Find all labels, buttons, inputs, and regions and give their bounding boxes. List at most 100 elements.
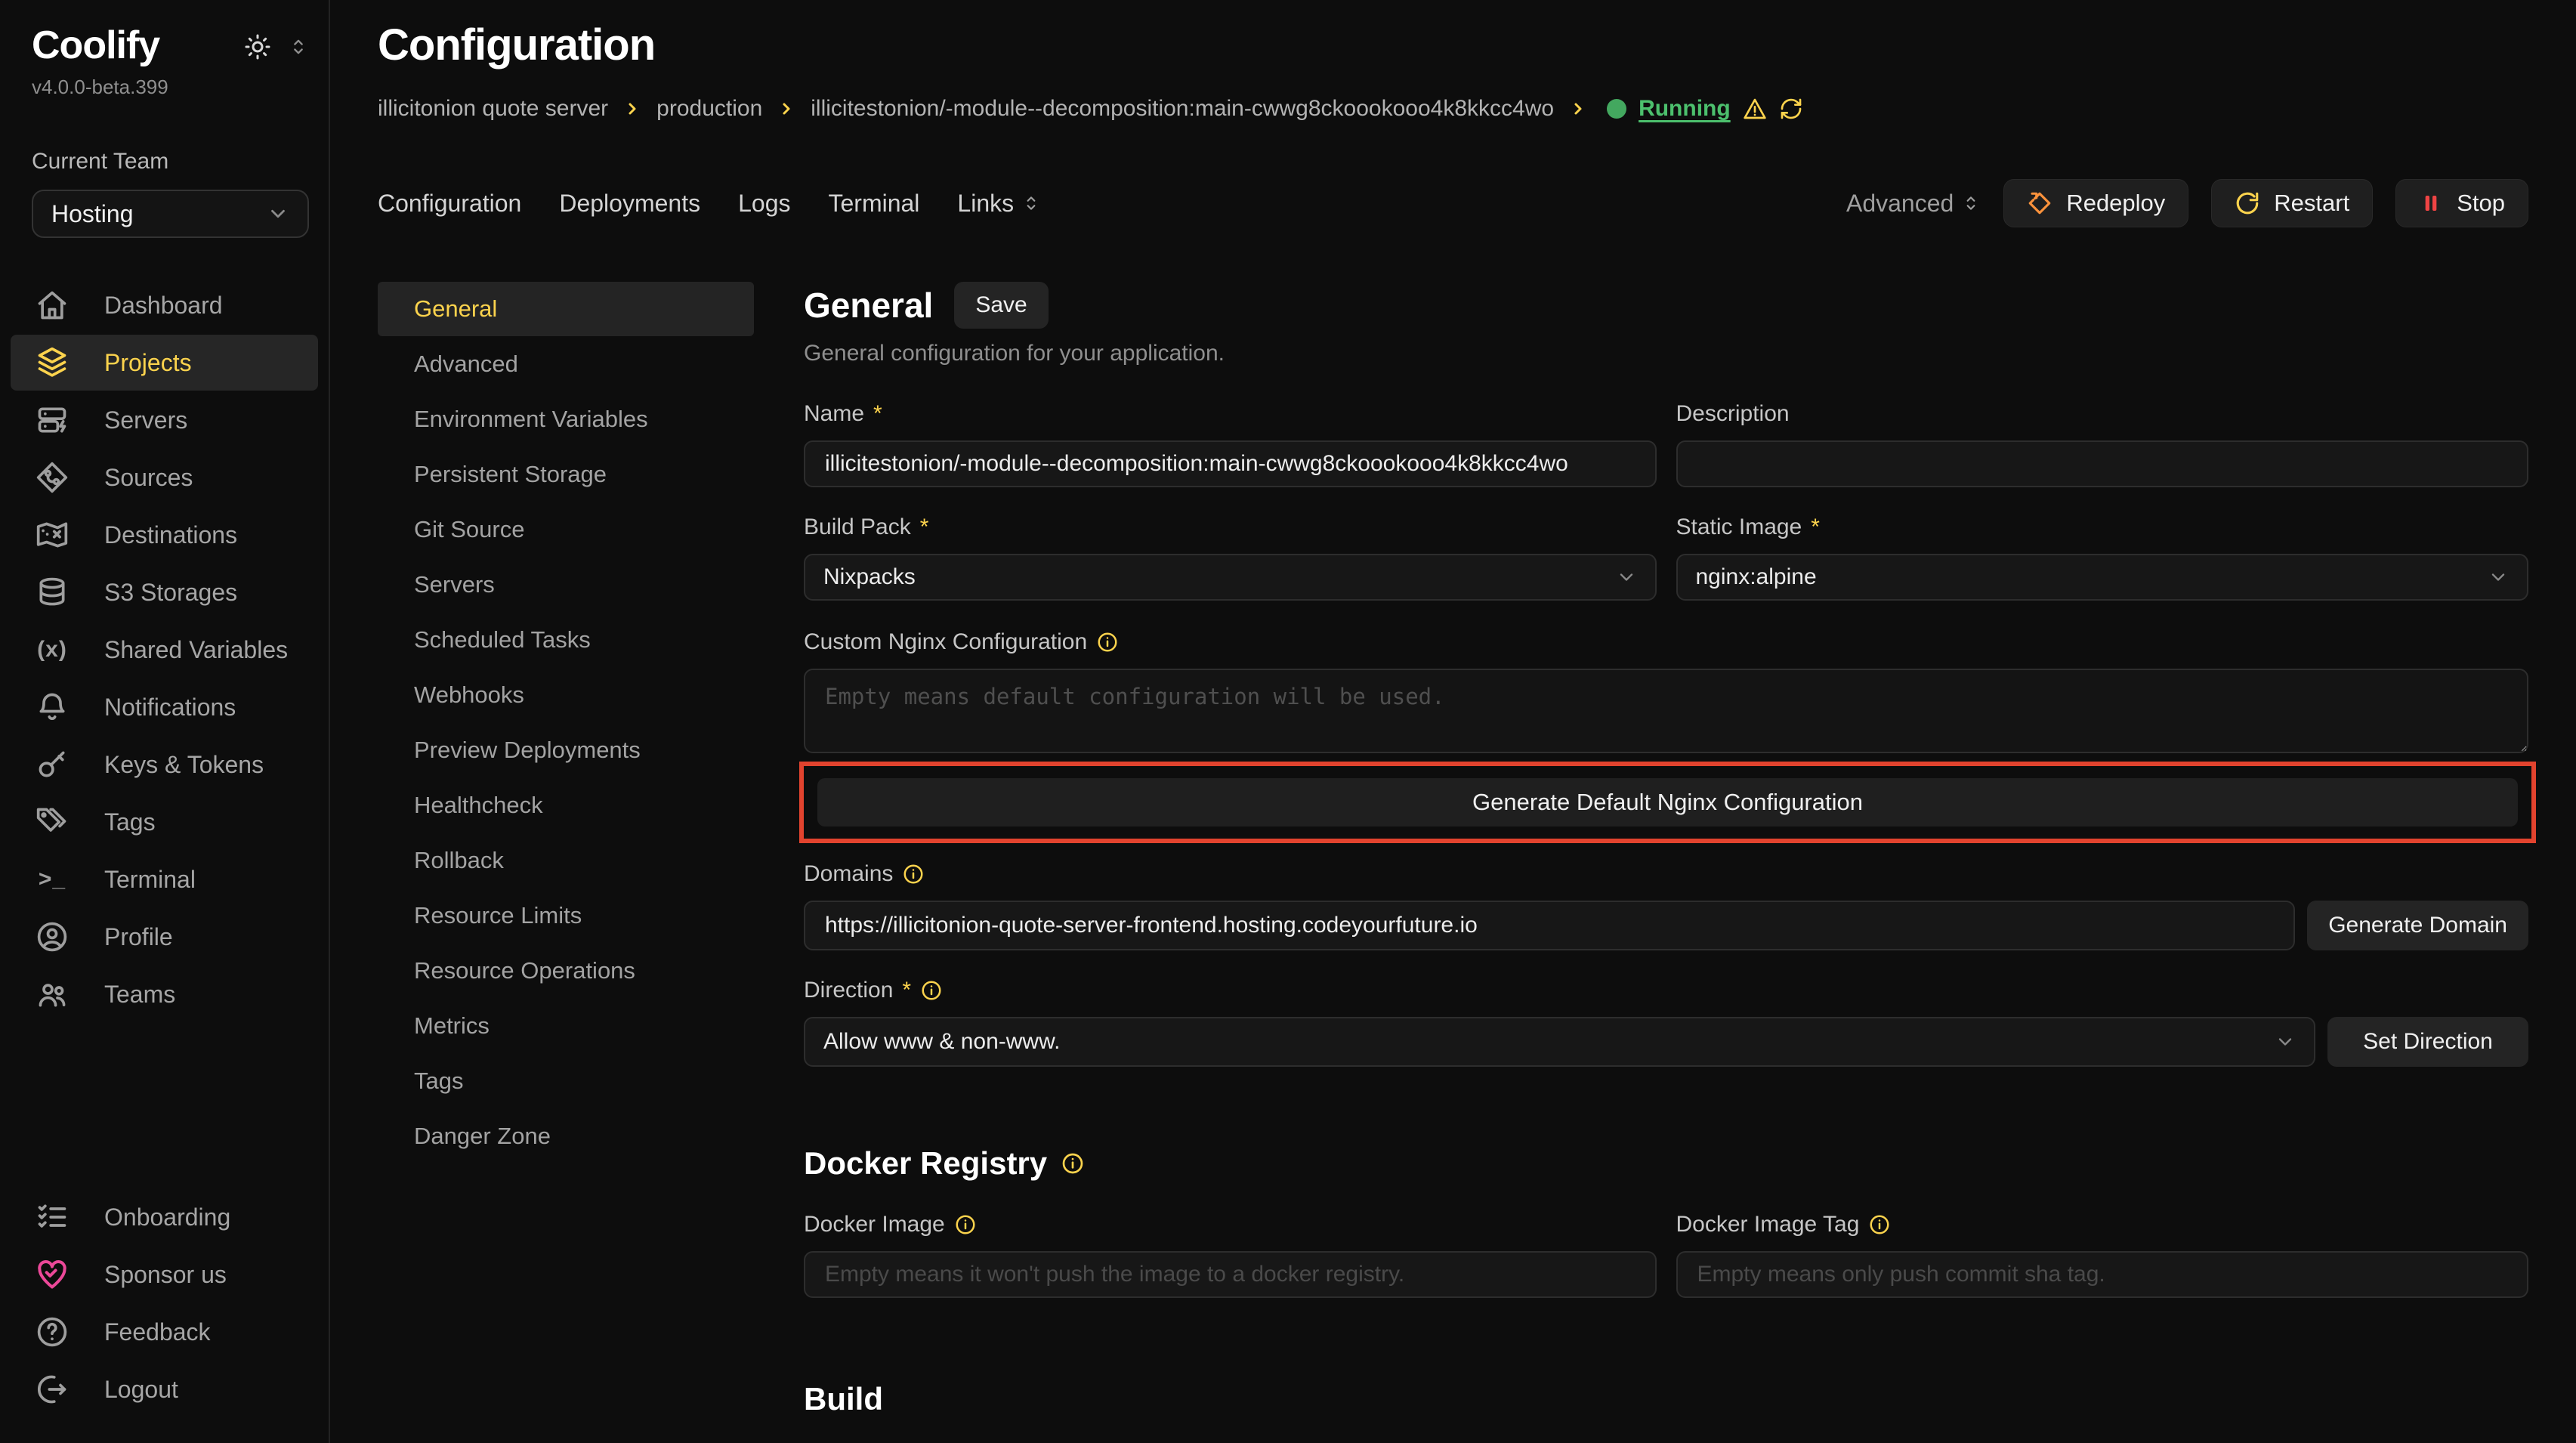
sidebar-item-s3-storages[interactable]: S3 Storages: [11, 564, 318, 620]
docker-image-label: Docker Image: [804, 1212, 945, 1238]
name-input[interactable]: [804, 440, 1657, 487]
sidebar-item-terminal[interactable]: >_ Terminal: [11, 851, 318, 907]
direction-select[interactable]: Allow www & non-www.: [804, 1017, 2315, 1067]
subnav-item-resource-operations[interactable]: Resource Operations: [378, 944, 754, 998]
docker-registry-section: Docker Registry Docker Image: [804, 1145, 2528, 1298]
generate-nginx-config-button[interactable]: Generate Default Nginx Configuration: [817, 778, 2518, 827]
set-direction-button[interactable]: Set Direction: [2327, 1017, 2528, 1067]
subnav-item-general[interactable]: General: [378, 282, 754, 336]
sidebar-item-destinations[interactable]: Destinations: [11, 507, 318, 563]
info-icon[interactable]: [954, 1213, 977, 1236]
breadcrumb-project[interactable]: illicitonion quote server: [378, 96, 608, 122]
chevron-up-down-icon: [1021, 193, 1041, 213]
subnav-item-advanced[interactable]: Advanced: [378, 337, 754, 391]
theme-select-button[interactable]: [288, 36, 309, 57]
tab-links[interactable]: Links: [957, 190, 1041, 218]
subnav-item-metrics[interactable]: Metrics: [378, 999, 754, 1053]
stop-button[interactable]: Stop: [2395, 179, 2528, 227]
domains-input[interactable]: [804, 901, 2295, 950]
info-icon[interactable]: [1096, 631, 1119, 654]
tab-terminal[interactable]: Terminal: [828, 190, 919, 218]
section-subtitle: General configuration for your applicati…: [804, 341, 2528, 366]
tab-logs[interactable]: Logs: [738, 190, 790, 218]
sidebar-item-notifications[interactable]: Notifications: [11, 679, 318, 735]
users-icon: [35, 977, 69, 1012]
bell-icon: [35, 690, 69, 725]
description-label: Description: [1676, 401, 1790, 427]
status-dot: [1607, 99, 1626, 119]
config-subnav: General Advanced Environment Variables P…: [378, 282, 754, 1443]
custom-nginx-field-group: Custom Nginx Configuration Generate Defa…: [804, 629, 2528, 843]
checklist-icon: [35, 1200, 69, 1234]
redeploy-button[interactable]: Redeploy: [2003, 179, 2188, 227]
custom-nginx-textarea[interactable]: [804, 669, 2528, 753]
user-circle-icon: [35, 919, 69, 954]
sidebar-item-dashboard[interactable]: Dashboard: [11, 277, 318, 333]
subnav-item-persistent-storage[interactable]: Persistent Storage: [378, 447, 754, 502]
tab-deployments[interactable]: Deployments: [559, 190, 700, 218]
subnav-item-resource-limits[interactable]: Resource Limits: [378, 888, 754, 943]
map-icon: [35, 518, 69, 552]
sidebar-item-sponsor[interactable]: Sponsor us: [11, 1247, 318, 1302]
sidebar-item-projects[interactable]: Projects: [11, 335, 318, 391]
save-button[interactable]: Save: [954, 282, 1048, 329]
subnav-item-git-source[interactable]: Git Source: [378, 502, 754, 557]
chevron-right-icon: [777, 100, 795, 118]
static-image-select[interactable]: nginx:alpine: [1676, 554, 2529, 601]
info-icon[interactable]: [1061, 1151, 1085, 1176]
tab-configuration[interactable]: Configuration: [378, 190, 521, 218]
subnav-item-rollback[interactable]: Rollback: [378, 833, 754, 888]
sidebar-item-teams[interactable]: Teams: [11, 966, 318, 1022]
static-image-field-group: Static Image * nginx:alpine: [1676, 514, 2529, 601]
refresh-icon[interactable]: [1779, 97, 1803, 121]
info-icon[interactable]: [902, 863, 925, 885]
warning-triangle-icon[interactable]: [1743, 97, 1767, 121]
sidebar-item-shared-variables[interactable]: (x) Shared Variables: [11, 622, 318, 678]
required-mark: *: [873, 401, 882, 427]
advanced-dropdown[interactable]: Advanced: [1846, 190, 1981, 218]
docker-image-input[interactable]: [804, 1251, 1657, 1298]
domains-label: Domains: [804, 861, 893, 887]
breadcrumb-resource[interactable]: illicitestonion/-module--decomposition:m…: [811, 96, 1554, 122]
sidebar-item-logout[interactable]: Logout: [11, 1361, 318, 1417]
server-icon: [35, 403, 69, 437]
sidebar-item-sources[interactable]: Sources: [11, 450, 318, 505]
info-icon[interactable]: [1868, 1213, 1891, 1236]
direction-label: Direction: [804, 978, 893, 1003]
tab-actions: Advanced Redeploy Restart Stop: [1846, 179, 2528, 227]
info-icon[interactable]: [920, 979, 943, 1002]
sidebar-item-tags[interactable]: Tags: [11, 794, 318, 850]
subnav-item-tags[interactable]: Tags: [378, 1054, 754, 1108]
configuration-content: General Advanced Environment Variables P…: [378, 282, 2528, 1443]
subnav-item-preview-deployments[interactable]: Preview Deployments: [378, 723, 754, 777]
annotation-highlight-box: Generate Default Nginx Configuration: [799, 762, 2536, 843]
subnav-item-danger-zone[interactable]: Danger Zone: [378, 1109, 754, 1163]
heart-hands-icon: [35, 1257, 69, 1292]
sidebar-item-profile[interactable]: Profile: [11, 909, 318, 965]
docker-image-field-group: Docker Image: [804, 1212, 1657, 1298]
docker-image-tag-input[interactable]: [1676, 1251, 2529, 1298]
subnav-item-servers[interactable]: Servers: [378, 558, 754, 612]
subnav-item-scheduled-tasks[interactable]: Scheduled Tasks: [378, 613, 754, 667]
subnav-item-healthcheck[interactable]: Healthcheck: [378, 778, 754, 833]
description-input[interactable]: [1676, 440, 2529, 487]
build-pack-field-group: Build Pack * Nixpacks: [804, 514, 1657, 601]
sidebar-item-servers[interactable]: Servers: [11, 392, 318, 448]
team-select[interactable]: Hosting: [32, 190, 309, 238]
subnav-item-environment-variables[interactable]: Environment Variables: [378, 392, 754, 446]
required-mark: *: [902, 978, 911, 1003]
breadcrumb-environment[interactable]: production: [656, 96, 762, 122]
theme-toggle-button[interactable]: [244, 33, 271, 60]
subnav-item-webhooks[interactable]: Webhooks: [378, 668, 754, 722]
generate-domain-button[interactable]: Generate Domain: [2307, 901, 2528, 950]
restart-icon: [2235, 190, 2260, 216]
restart-button[interactable]: Restart: [2211, 179, 2373, 227]
sidebar-item-onboarding[interactable]: Onboarding: [11, 1189, 318, 1245]
sidebar-item-feedback[interactable]: Feedback: [11, 1304, 318, 1360]
sidebar-nav: Dashboard Projects Servers Sources Desti…: [11, 277, 318, 1022]
sidebar-item-keys-tokens[interactable]: Keys & Tokens: [11, 737, 318, 793]
chevron-right-icon: [1569, 100, 1587, 118]
build-pack-select[interactable]: Nixpacks: [804, 554, 1657, 601]
app-logo: Coolify: [32, 23, 159, 68]
status-badge[interactable]: Running: [1639, 96, 1731, 122]
